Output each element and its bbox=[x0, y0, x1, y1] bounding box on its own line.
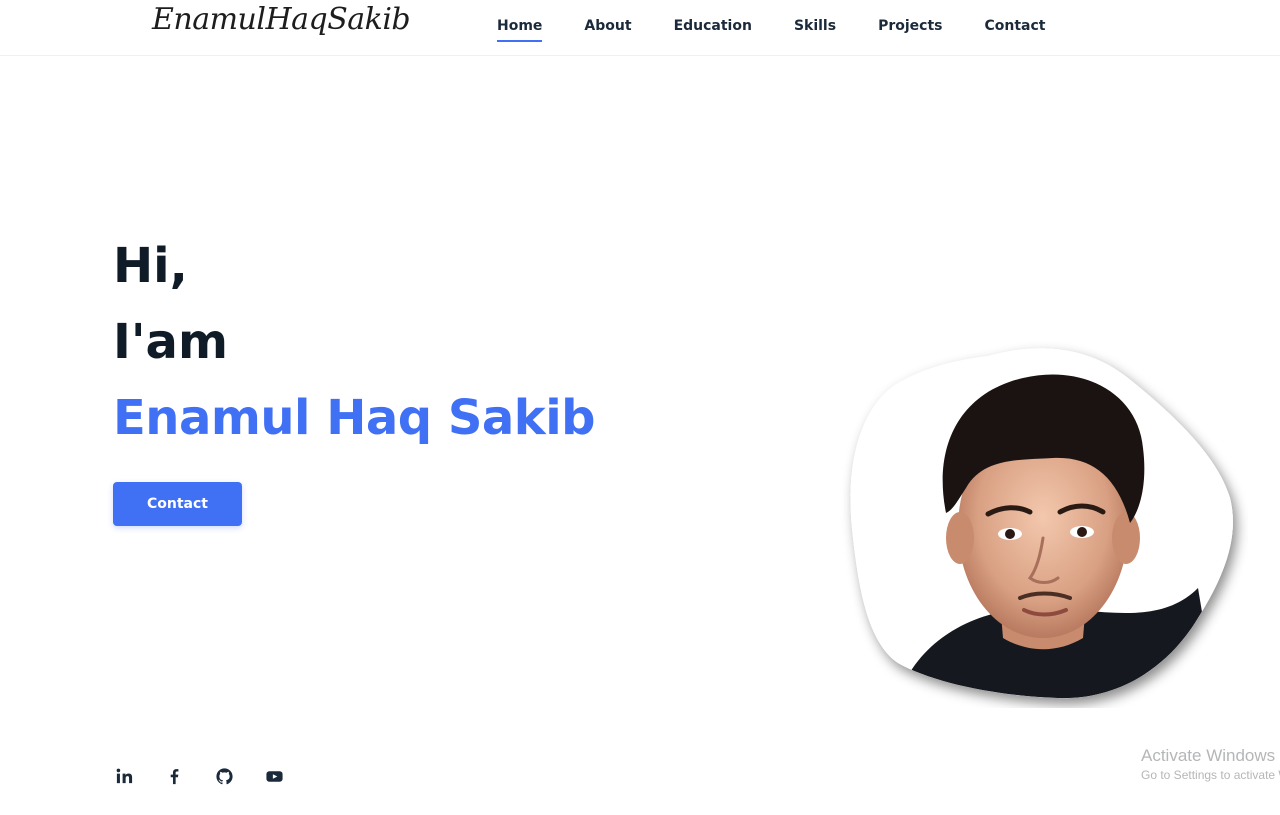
social-links bbox=[114, 766, 284, 786]
hero-title: Hi, I'am Enamul Haq Sakib bbox=[113, 228, 596, 456]
watermark-title: Activate Windows bbox=[1141, 746, 1276, 765]
hero-greeting: Hi, bbox=[113, 238, 188, 294]
hero-name: Enamul Haq Sakib bbox=[113, 390, 596, 446]
nav-about[interactable]: About bbox=[584, 18, 631, 34]
activate-windows-watermark: Activate Windows Go to Settings to activ… bbox=[1141, 746, 1280, 782]
contact-button[interactable]: Contact bbox=[113, 482, 242, 526]
hero-intro: I'am bbox=[113, 314, 228, 370]
nav-projects[interactable]: Projects bbox=[878, 18, 942, 34]
nav-skills[interactable]: Skills bbox=[794, 18, 836, 34]
facebook-icon[interactable] bbox=[164, 766, 184, 786]
github-icon[interactable] bbox=[214, 766, 234, 786]
site-logo[interactable]: EnamulHaqSakib bbox=[152, 2, 411, 37]
site-header: EnamulHaqSakib Home About Education Skil… bbox=[0, 0, 1280, 56]
main-nav: Home About Education Skills Projects Con… bbox=[497, 18, 1087, 42]
profile-photo bbox=[838, 338, 1248, 708]
watermark-subtitle: Go to Settings to activate Windows. bbox=[1141, 768, 1280, 782]
linkedin-icon[interactable] bbox=[114, 766, 134, 786]
nav-education[interactable]: Education bbox=[674, 18, 752, 34]
nav-home[interactable]: Home bbox=[497, 18, 543, 42]
youtube-icon[interactable] bbox=[264, 766, 284, 786]
nav-contact[interactable]: Contact bbox=[984, 18, 1045, 34]
profile-photo-image bbox=[850, 348, 1233, 699]
